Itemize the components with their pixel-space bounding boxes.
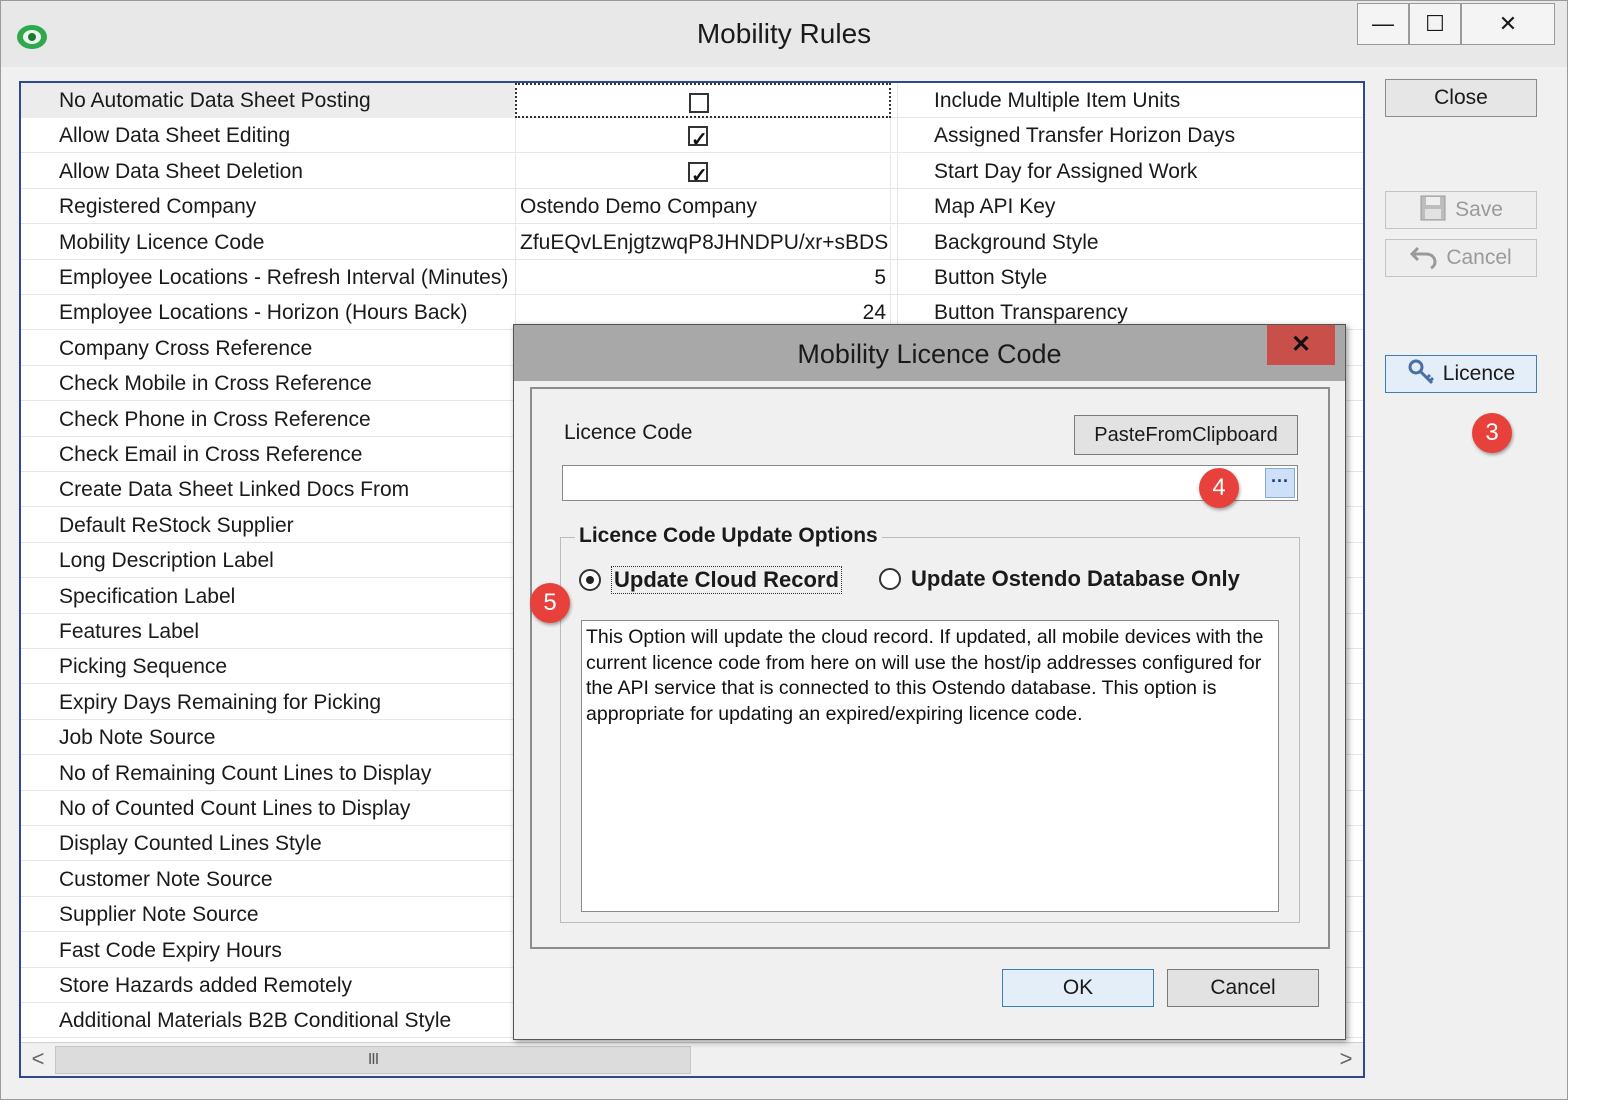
horizontal-scrollbar[interactable]: < III > <box>21 1042 1363 1076</box>
rule-value[interactable] <box>515 153 891 189</box>
scroll-grip-icon: III <box>367 1051 379 1068</box>
close-button[interactable]: Close <box>1385 79 1537 117</box>
scroll-thumb[interactable]: III <box>55 1046 691 1074</box>
ellipsis-browse-button[interactable]: ··· <box>1265 468 1295 498</box>
rule-value[interactable] <box>515 118 891 154</box>
save-button-label: Save <box>1455 198 1503 221</box>
rule-label: Check Mobile in Cross Reference <box>59 372 372 396</box>
rule-label-right: Include Multiple Item Units <box>897 83 1357 118</box>
licence-code-dialog: Mobility Licence Code ✕ Licence Code Pas… <box>513 324 1346 1040</box>
rule-label: Expiry Days Remaining for Picking <box>59 690 382 714</box>
cancel-button[interactable]: Cancel <box>1385 239 1537 277</box>
cancel-button-label: Cancel <box>1446 246 1512 269</box>
rule-label: Display Counted Lines Style <box>59 832 322 856</box>
radio-update-cloud[interactable]: Update Cloud Record <box>579 566 842 594</box>
undo-arrow-icon <box>1410 247 1437 270</box>
table-row[interactable]: Allow Data Sheet Deletion Start Day for A… <box>21 153 1363 189</box>
rule-checkbox[interactable] <box>688 123 708 153</box>
maximize-button[interactable]: ☐ <box>1409 3 1461 45</box>
rule-label: Fast Code Expiry Hours <box>59 938 282 962</box>
rule-label: Picking Sequence <box>59 655 228 679</box>
radio-cloud-icon[interactable] <box>579 569 601 591</box>
rule-label: Customer Note Source <box>59 867 273 891</box>
radio-database-label: Update Ostendo Database Only <box>911 566 1240 591</box>
rule-label: Default ReStock Supplier <box>59 513 294 537</box>
window-title: Mobility Rules <box>696 18 872 49</box>
close-icon: ✕ <box>1290 331 1312 358</box>
licence-button[interactable]: Licence <box>1385 355 1537 393</box>
rule-label-right: Start Day for Assigned Work <box>897 153 1357 189</box>
rule-value[interactable]: ZfuEQvLEnjgtzwqP8JHNDPU/xr+sBDS <box>515 224 891 260</box>
rule-label: Additional Materials B2B Conditional Sty… <box>59 1009 452 1033</box>
rule-label-right: Assigned Transfer Horizon Days <box>897 118 1357 154</box>
rule-label: No of Counted Count Lines to Display <box>59 797 411 820</box>
dialog-ok-button[interactable]: OK <box>1002 969 1154 1007</box>
rule-label-right: Button Style <box>897 260 1357 295</box>
rule-label: Supplier Note Source <box>59 903 259 927</box>
step-badge-5: 5 <box>530 583 570 623</box>
save-button[interactable]: Save <box>1385 191 1537 229</box>
window-titlebar[interactable]: Mobility Rules — ☐ ✕ <box>1 1 1567 67</box>
licence-button-label: Licence <box>1442 362 1516 385</box>
update-options-title: Licence Code Update Options <box>575 524 882 548</box>
rule-label: Mobility Licence Code <box>59 230 265 254</box>
licence-code-label: Licence Code <box>564 421 693 444</box>
radio-update-database[interactable]: Update Ostendo Database Only <box>879 566 1240 592</box>
dialog-titlebar[interactable]: Mobility Licence Code ✕ <box>514 325 1345 381</box>
option-description: This Option will update the cloud record… <box>581 620 1279 912</box>
rule-label: Long Description Label <box>59 549 274 573</box>
rule-label: Employee Locations - Refresh Interval (M… <box>59 266 509 289</box>
rule-label: Check Phone in Cross Reference <box>59 407 371 431</box>
step-badge-4: 4 <box>1199 468 1239 508</box>
table-row[interactable]: Mobility Licence Code ZfuEQvLEnjgtzwqP8JH… <box>21 224 1363 260</box>
rule-label-right: Map API Key <box>897 189 1357 225</box>
rule-value[interactable]: Ostendo Demo Company <box>515 189 891 225</box>
table-row[interactable]: Registered Company Ostendo Demo Company Ma… <box>21 189 1363 225</box>
dialog-close-button[interactable]: ✕ <box>1267 325 1335 365</box>
maximize-icon: ☐ <box>1425 11 1445 36</box>
table-row[interactable]: Allow Data Sheet Editing Assigned Transfe… <box>21 118 1363 154</box>
table-row[interactable]: No Automatic Data Sheet Posting Include M… <box>21 83 1363 118</box>
dialog-title: Mobility Licence Code <box>797 339 1062 369</box>
licence-code-input[interactable]: ··· <box>562 465 1298 501</box>
dialog-cancel-button[interactable]: Cancel <box>1167 969 1319 1007</box>
update-options-group: Licence Code Update Options Update Cloud… <box>560 524 1300 923</box>
rule-label: Store Hazards added Remotely <box>59 974 352 997</box>
rule-label: Employee Locations - Horizon (Hours Back… <box>59 301 468 325</box>
rule-label: Registered Company <box>59 195 257 219</box>
rule-checkbox[interactable] <box>688 159 708 189</box>
window-close-button[interactable]: ✕ <box>1461 3 1555 45</box>
key-icon <box>1408 359 1434 385</box>
rule-label: Company Cross Reference <box>59 336 313 360</box>
table-row[interactable]: Employee Locations - Refresh Interval (M… <box>21 260 1363 295</box>
rule-label: Allow Data Sheet Deletion <box>59 159 303 183</box>
minimize-icon: — <box>1372 11 1394 36</box>
paste-from-clipboard-button[interactable]: PasteFromClipboard <box>1074 415 1298 455</box>
rule-label: Create Data Sheet Linked Docs From <box>59 478 410 502</box>
scroll-right-icon[interactable]: > <box>1329 1043 1363 1076</box>
radio-database-icon[interactable] <box>879 568 901 590</box>
rule-value[interactable] <box>515 83 891 118</box>
step-badge-3: 3 <box>1472 413 1512 453</box>
rule-label: Allow Data Sheet Editing <box>59 124 291 148</box>
rule-value[interactable]: 5 <box>515 260 891 295</box>
rule-label: No Automatic Data Sheet Posting <box>21 83 515 118</box>
minimize-button[interactable]: — <box>1357 3 1409 45</box>
rule-checkbox[interactable] <box>689 93 709 113</box>
rule-label: Check Email in Cross Reference <box>59 443 363 466</box>
rule-label: Features Label <box>59 620 200 643</box>
rule-label-right: Background Style <box>897 224 1357 260</box>
rule-label: No of Remaining Count Lines to Display <box>59 761 432 785</box>
scroll-left-icon[interactable]: < <box>21 1043 55 1076</box>
rule-label: Job Note Source <box>59 726 216 750</box>
save-disk-icon <box>1420 195 1446 221</box>
radio-cloud-label: Update Cloud Record <box>611 566 842 594</box>
rule-label: Specification Label <box>59 584 236 608</box>
close-icon: ✕ <box>1498 11 1518 36</box>
